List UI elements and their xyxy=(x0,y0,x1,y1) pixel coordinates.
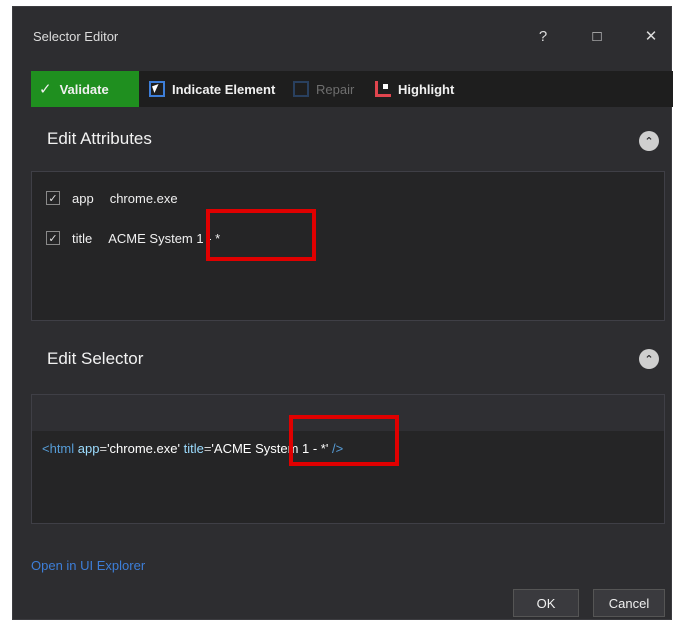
app-checkbox[interactable]: ✓ xyxy=(46,191,60,205)
help-button[interactable]: ? xyxy=(525,21,561,51)
highlight-label: Highlight xyxy=(398,81,455,97)
indicate-element-button[interactable]: Indicate Element xyxy=(149,71,275,107)
selector-editor-window: Selector Editor ? □ ✕ ✓ Validate Indicat… xyxy=(12,6,673,620)
ok-button[interactable]: OK xyxy=(513,589,579,617)
selector-open-tag: <html xyxy=(42,441,75,456)
check-icon: ✓ xyxy=(39,81,52,98)
highlight-button[interactable]: Highlight xyxy=(375,71,454,107)
collapse-attributes-chevron-up-icon[interactable]: ⌃ xyxy=(639,131,659,151)
title-checkbox[interactable]: ✓ xyxy=(46,231,60,245)
indicate-cursor-icon xyxy=(149,81,165,97)
window-title: Selector Editor xyxy=(33,29,119,44)
open-in-ui-explorer-link[interactable]: Open in UI Explorer xyxy=(31,558,145,573)
attribute-name: title xyxy=(72,230,93,246)
selector-title-value: 'ACME System 1 - *' xyxy=(211,441,329,456)
title-bar: Selector Editor ? □ ✕ xyxy=(13,7,671,63)
selector-close-tag: /> xyxy=(331,441,344,456)
attributes-panel: ✓ app chrome.exe ✓ title ACME System 1 -… xyxy=(31,171,665,321)
cancel-button[interactable]: Cancel xyxy=(593,589,665,617)
attribute-row-app: ✓ app chrome.exe xyxy=(46,188,178,208)
selector-app-attr: app xyxy=(77,441,100,456)
attribute-value: chrome.exe xyxy=(109,190,178,206)
selector-text-editor[interactable]: <html app='chrome.exe' title='ACME Syste… xyxy=(31,394,665,524)
selector-code-line: <html app='chrome.exe' title='ACME Syste… xyxy=(42,441,344,456)
selector-title-attr: title xyxy=(183,441,204,456)
attribute-name: app xyxy=(72,190,94,206)
repair-icon xyxy=(293,81,309,97)
edit-selector-heading: Edit Selector xyxy=(47,349,144,368)
repair-button[interactable]: Repair xyxy=(293,71,354,107)
selector-app-value: 'chrome.exe' xyxy=(107,441,180,456)
close-button[interactable]: ✕ xyxy=(633,21,669,51)
indicate-element-label: Indicate Element xyxy=(172,81,276,97)
attribute-row-title: ✓ title ACME System 1 - * xyxy=(46,228,220,248)
attribute-value: ACME System 1 - * xyxy=(108,230,221,246)
toolbar: ✓ Validate Indicate Element Repair Highl… xyxy=(31,71,673,107)
validate-button[interactable]: ✓ Validate xyxy=(31,71,139,107)
collapse-selector-chevron-up-icon[interactable]: ⌃ xyxy=(639,349,659,369)
validate-label: Validate xyxy=(59,81,109,97)
selector-editor-strip xyxy=(32,395,664,431)
highlight-icon xyxy=(375,81,391,97)
maximize-button[interactable]: □ xyxy=(579,21,615,51)
edit-attributes-heading: Edit Attributes xyxy=(47,129,152,148)
repair-label: Repair xyxy=(316,81,355,97)
